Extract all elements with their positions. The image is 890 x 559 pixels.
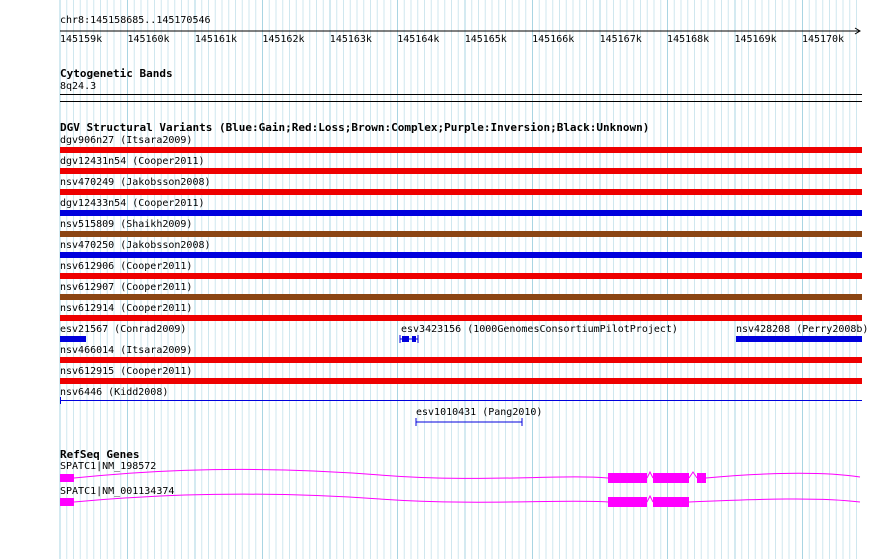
ruler-tick-label: 145160k — [127, 34, 170, 45]
variant-bar[interactable] — [60, 189, 862, 195]
cytoband-line — [60, 101, 862, 102]
variant-bar[interactable] — [736, 336, 862, 342]
variant-bar[interactable] — [398, 333, 422, 345]
variant-bar[interactable] — [60, 168, 862, 174]
variant-bar[interactable] — [414, 418, 526, 428]
ruler-tick-label: 145170k — [801, 34, 845, 45]
variant-label[interactable]: nsv428208 (Perry2008b) — [736, 324, 868, 336]
variant-label[interactable]: nsv515809 (Shaikh2009) — [60, 219, 192, 231]
cytoband-line — [60, 94, 862, 95]
ruler-tick-label: 145166k — [532, 34, 575, 45]
variant-label[interactable]: nsv612907 (Cooper2011) — [60, 282, 192, 294]
ruler-tick-label: 145169k — [734, 34, 777, 45]
variant-label[interactable]: nsv466014 (Itsara2009) — [60, 345, 192, 357]
variant-bar[interactable] — [60, 294, 862, 300]
ruler-tick-label: 145167k — [599, 34, 642, 45]
variant-bar[interactable] — [60, 273, 862, 279]
ruler-tick-label: 145164k — [397, 34, 440, 45]
gene-model[interactable] — [0, 491, 890, 515]
variant-bar[interactable] — [60, 357, 862, 363]
variant-label[interactable]: dgv12433n54 (Cooper2011) — [60, 198, 205, 210]
cytoband-title: Cytogenetic Bands — [60, 67, 173, 80]
variant-label[interactable]: esv3423156 (1000GenomesConsortiumPilotPr… — [401, 324, 678, 336]
ruler-tick-label: 145163k — [329, 34, 372, 45]
variant-label[interactable]: dgv12431n54 (Cooper2011) — [60, 156, 205, 168]
ruler-tick-label: 145162k — [262, 34, 305, 45]
variant-bar[interactable] — [60, 400, 862, 401]
variant-bar[interactable] — [60, 315, 862, 321]
variant-label[interactable]: nsv612914 (Cooper2011) — [60, 303, 192, 315]
ruler-tick-label: 145165k — [464, 34, 507, 45]
variant-bar[interactable] — [60, 231, 862, 237]
variant-bar[interactable] — [60, 210, 862, 216]
variant-bar[interactable] — [60, 147, 862, 153]
variant-label[interactable]: nsv470250 (Jakobsson2008) — [60, 240, 211, 252]
variant-bar[interactable] — [60, 336, 86, 342]
variant-label[interactable]: nsv470249 (Jakobsson2008) — [60, 177, 211, 189]
variant-label[interactable]: dgv906n27 (Itsara2009) — [60, 135, 192, 147]
variant-label[interactable]: nsv612906 (Cooper2011) — [60, 261, 192, 273]
ruler-tick-label: 145168k — [667, 34, 710, 45]
cytoband-label: 8q24.3 — [60, 81, 97, 92]
variant-bar[interactable] — [60, 252, 862, 258]
refseq-track-title[interactable]: RefSeq Genes — [60, 448, 139, 461]
variant-label[interactable]: nsv6446 (Kidd2008) — [60, 387, 168, 399]
variant-bar[interactable] — [60, 378, 862, 384]
variant-bar-cap — [60, 397, 61, 404]
dgv-track-title[interactable]: DGV Structural Variants (Blue:Gain;Red:L… — [60, 121, 649, 134]
genome-browser-panel: chr8:145158685..145170546 145159k 145160k… — [0, 0, 890, 559]
variant-label[interactable]: nsv612915 (Cooper2011) — [60, 366, 192, 378]
variant-label[interactable]: esv21567 (Conrad2009) — [60, 324, 186, 336]
ruler-tick-label: 145161k — [194, 34, 238, 45]
ruler-tick-label: 145159k — [60, 34, 103, 45]
